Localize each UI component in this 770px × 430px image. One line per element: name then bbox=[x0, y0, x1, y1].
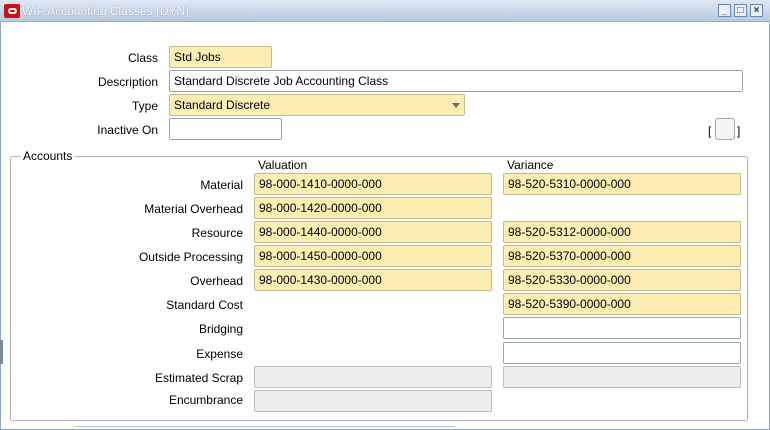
resource-label: Resource bbox=[191, 226, 243, 240]
outside-processing-label: Outside Processing bbox=[138, 250, 243, 264]
bottom-scroll-edge bbox=[75, 426, 455, 430]
outside-processing-variance-field[interactable]: 98-520-5370-0000-000 bbox=[503, 245, 741, 267]
material-overhead-label: Material Overhead bbox=[144, 202, 243, 216]
encumbrance-valuation-field bbox=[254, 390, 492, 412]
maximize-icon[interactable]: □ bbox=[734, 4, 747, 17]
descriptive-flexfield[interactable] bbox=[715, 118, 735, 140]
standard-cost-label: Standard Cost bbox=[166, 298, 243, 312]
material-label: Material bbox=[200, 178, 243, 192]
type-value: Standard Discrete bbox=[174, 98, 271, 112]
minimize-icon[interactable]: _ bbox=[718, 4, 731, 17]
estimated-scrap-label: Estimated Scrap bbox=[154, 371, 243, 385]
expense-label: Expense bbox=[196, 347, 243, 361]
encumbrance-label: Encumbrance bbox=[168, 393, 243, 407]
inactive-on-field[interactable] bbox=[169, 118, 282, 140]
overhead-label: Overhead bbox=[190, 274, 243, 288]
flexfield-bracket-right: ] bbox=[737, 124, 741, 138]
oracle-logo-icon bbox=[4, 4, 20, 18]
class-field[interactable]: Std Jobs bbox=[169, 46, 272, 68]
material-valuation-field[interactable]: 98-000-1410-0000-000 bbox=[254, 173, 492, 195]
description-label: Description bbox=[97, 75, 158, 89]
window-edge-handle bbox=[0, 340, 3, 364]
outside-processing-valuation-field[interactable]: 98-000-1450-0000-000 bbox=[254, 245, 492, 267]
overhead-valuation-field[interactable]: 98-000-1430-0000-000 bbox=[254, 269, 492, 291]
type-select[interactable]: Standard Discrete bbox=[169, 94, 465, 116]
close-icon[interactable]: × bbox=[750, 4, 763, 17]
inactive-on-label: Inactive On bbox=[97, 123, 158, 137]
overhead-variance-field[interactable]: 98-520-5330-0000-000 bbox=[503, 269, 741, 291]
resource-valuation-field[interactable]: 98-000-1440-0000-000 bbox=[254, 221, 492, 243]
flexfield-bracket-left: [ bbox=[708, 124, 712, 138]
window-title: WIP Accounting Classes (DYN) bbox=[22, 4, 190, 18]
material-variance-field[interactable]: 98-520-5310-0000-000 bbox=[503, 173, 741, 195]
bridging-variance-field[interactable] bbox=[503, 317, 741, 339]
estimated-scrap-variance-field bbox=[503, 366, 741, 388]
chevron-down-icon[interactable] bbox=[452, 103, 460, 108]
valuation-header: Valuation bbox=[258, 158, 308, 172]
variance-header: Variance bbox=[507, 158, 554, 172]
accounts-legend: Accounts bbox=[20, 148, 76, 164]
resource-variance-field[interactable]: 98-520-5312-0000-000 bbox=[503, 221, 741, 243]
bridging-label: Bridging bbox=[198, 322, 243, 336]
description-field[interactable]: Standard Discrete Job Accounting Class bbox=[169, 70, 743, 92]
title-bar: WIP Accounting Classes (DYN) _ □ × bbox=[0, 0, 770, 22]
estimated-scrap-valuation-field bbox=[254, 366, 492, 388]
class-label: Class bbox=[127, 51, 158, 65]
standard-cost-variance-field[interactable]: 98-520-5390-0000-000 bbox=[503, 293, 741, 315]
material-overhead-valuation-field[interactable]: 98-000-1420-0000-000 bbox=[254, 197, 492, 219]
expense-variance-field[interactable] bbox=[503, 342, 741, 364]
type-label: Type bbox=[131, 99, 158, 113]
